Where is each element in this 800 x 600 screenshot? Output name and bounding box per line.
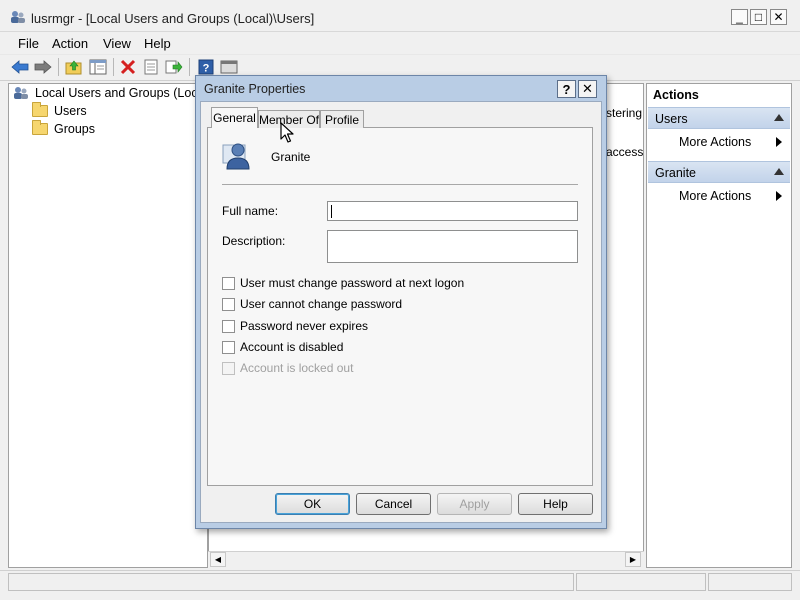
full-name-field[interactable]: [327, 201, 578, 221]
actions-section-title: Users: [655, 112, 688, 126]
tab-profile[interactable]: Profile: [320, 110, 364, 128]
tree-item-label: Groups: [54, 122, 95, 136]
users-group-icon: [14, 87, 28, 99]
mouse-pointer-icon: [280, 122, 294, 143]
export-icon[interactable]: [164, 58, 184, 76]
show-hide-tree-icon[interactable]: [88, 58, 108, 76]
description-fragment: stering: [606, 106, 643, 120]
menu-view[interactable]: View: [103, 36, 131, 51]
full-name-label: Full name:: [222, 204, 279, 218]
checkbox-label: User cannot change password: [240, 297, 403, 311]
users-app-icon: [11, 11, 25, 23]
scroll-left-icon[interactable]: ◀: [210, 552, 226, 567]
up-folder-icon[interactable]: [64, 58, 84, 76]
scroll-right-icon[interactable]: ▶: [625, 552, 641, 567]
checkbox-label: Account is disabled: [240, 340, 344, 354]
checkbox-password-never-expires[interactable]: Password never expires: [222, 319, 368, 333]
collapse-up-icon[interactable]: [774, 168, 784, 175]
more-actions-link[interactable]: More Actions: [679, 189, 751, 203]
back-icon[interactable]: [10, 58, 30, 76]
checkbox[interactable]: [222, 340, 235, 354]
window-title: lusrmgr - [Local Users and Groups (Local…: [31, 11, 315, 26]
checkbox-cannot-change-password[interactable]: User cannot change password: [222, 297, 402, 311]
checkbox-account-disabled[interactable]: Account is disabled: [222, 340, 343, 354]
status-cell: [8, 573, 574, 591]
ok-button[interactable]: OK: [275, 493, 350, 515]
checkbox-label: Password never expires: [240, 319, 369, 333]
actions-title: Actions: [653, 88, 699, 102]
divider: [222, 184, 578, 185]
text-caret: [331, 205, 332, 218]
forward-icon[interactable]: [33, 58, 53, 76]
dialog-close-button[interactable]: ✕: [578, 80, 597, 98]
checkbox[interactable]: [222, 276, 235, 290]
tree-item-users[interactable]: Users: [32, 102, 87, 118]
close-button[interactable]: ✕: [770, 9, 787, 25]
menu-help[interactable]: Help: [144, 36, 171, 51]
dialog-help-button[interactable]: ?: [557, 80, 576, 98]
actions-section-title: Granite: [655, 166, 696, 180]
dialog-title: Granite Properties: [204, 82, 306, 96]
checkbox[interactable]: [222, 319, 235, 333]
tree-root-item[interactable]: Local Users and Groups (Local: [13, 86, 207, 100]
status-cell: [576, 573, 706, 591]
user-icon: [222, 143, 250, 170]
actions-pane: [646, 83, 792, 568]
folder-icon: [32, 102, 48, 117]
folder-icon: [32, 120, 48, 135]
more-actions-link[interactable]: More Actions: [679, 135, 751, 149]
tree-item-label: Users: [54, 104, 87, 118]
toolbar-separator: [189, 58, 190, 76]
delete-icon[interactable]: [118, 58, 138, 76]
submenu-arrow-icon: [776, 137, 782, 147]
console-icon[interactable]: [219, 58, 239, 76]
console-tree: [8, 83, 208, 568]
user-name: Granite: [271, 150, 311, 164]
description-fragment: access: [606, 145, 644, 159]
actions-section-granite[interactable]: Granite: [648, 161, 790, 183]
checkbox[interactable]: [222, 297, 235, 311]
checkbox-label: User must change password at next logon: [240, 276, 465, 290]
apply-button: Apply: [437, 493, 512, 515]
properties-icon[interactable]: [141, 58, 161, 76]
horizontal-scrollbar[interactable]: [208, 551, 644, 568]
tree-item-groups[interactable]: Groups: [32, 120, 95, 136]
checkbox-label: Account is locked out: [240, 361, 354, 375]
help-icon[interactable]: ?: [196, 58, 216, 76]
collapse-up-icon[interactable]: [774, 114, 784, 121]
tree-root-label: Local Users and Groups (Local: [35, 86, 208, 100]
checkbox: [222, 361, 235, 375]
cancel-button[interactable]: Cancel: [356, 493, 431, 515]
status-cell: [708, 573, 792, 591]
actions-section-users[interactable]: Users: [648, 107, 790, 129]
toolbar-separator: [113, 58, 114, 76]
tab-general[interactable]: General: [211, 107, 258, 128]
checkbox-account-locked-out: Account is locked out: [222, 361, 353, 375]
checkbox-must-change-password[interactable]: User must change password at next logon: [222, 276, 464, 290]
svg-text:?: ?: [203, 63, 210, 75]
minimize-button[interactable]: _: [731, 9, 748, 25]
description-label: Description:: [222, 234, 286, 248]
description-field[interactable]: [327, 230, 578, 263]
menu-action[interactable]: Action: [52, 36, 88, 51]
submenu-arrow-icon: [776, 191, 782, 201]
maximize-button[interactable]: □: [750, 9, 767, 25]
help-button[interactable]: Help: [518, 493, 593, 515]
toolbar-separator: [58, 58, 59, 76]
menu-file[interactable]: File: [18, 36, 39, 51]
